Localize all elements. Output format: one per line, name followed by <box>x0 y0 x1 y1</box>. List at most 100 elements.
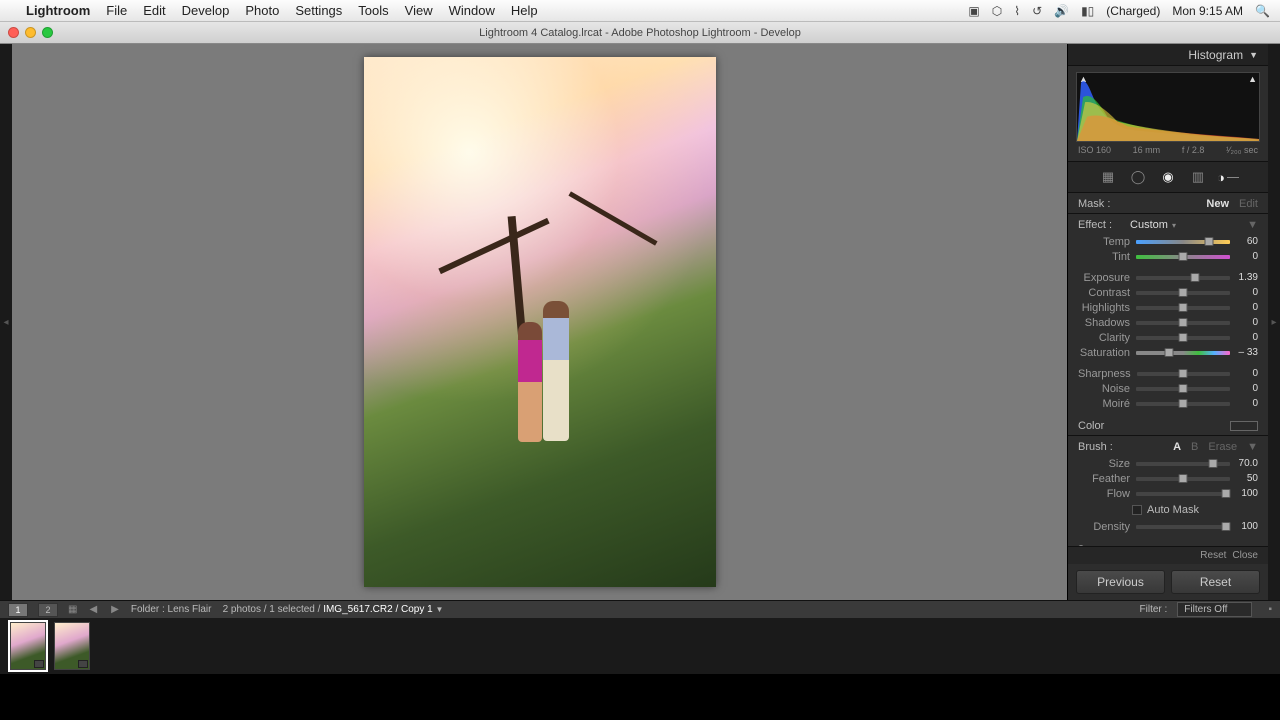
effect-popup-icon[interactable]: ▾ <box>1172 221 1176 230</box>
previous-button[interactable]: Previous <box>1076 570 1165 594</box>
secondary-display-2[interactable]: 2 <box>38 603 58 617</box>
slider-handle[interactable] <box>1179 369 1188 378</box>
slider-track[interactable] <box>1136 306 1230 310</box>
slider-handle[interactable] <box>1222 489 1231 498</box>
slider-feather[interactable]: Feather50 <box>1068 471 1268 486</box>
slider-handle[interactable] <box>1179 303 1188 312</box>
brush-a[interactable]: A <box>1173 441 1181 453</box>
menu-tools[interactable]: Tools <box>358 3 388 18</box>
slider-density[interactable]: Density100 <box>1068 519 1268 534</box>
brush-erase[interactable]: Erase <box>1208 441 1237 453</box>
menu-develop[interactable]: Develop <box>182 3 230 18</box>
slider-handle[interactable] <box>1179 384 1188 393</box>
slider-highlights[interactable]: Highlights0 <box>1068 300 1268 315</box>
slider-noise[interactable]: Noise0 <box>1068 381 1268 396</box>
slider-handle[interactable] <box>1222 522 1231 531</box>
slider-exposure[interactable]: Exposure1.39 <box>1068 270 1268 285</box>
brush-tool-icon[interactable]: ◑ <box>1217 168 1239 186</box>
nav-back-icon[interactable]: ◀ <box>87 604 99 615</box>
slider-handle[interactable] <box>1179 318 1188 327</box>
slider-flow[interactable]: Flow100 <box>1068 486 1268 501</box>
slider-size[interactable]: Size70.0 <box>1068 456 1268 471</box>
volume-icon[interactable]: 🔊 <box>1054 4 1069 18</box>
battery-icon[interactable]: ▮▯ <box>1081 4 1094 18</box>
menu-help[interactable]: Help <box>511 3 538 18</box>
crop-tool-icon[interactable]: ▦ <box>1097 168 1119 186</box>
screencast-icon[interactable]: ▣ <box>968 4 979 18</box>
folder-name[interactable]: Lens Flair <box>168 604 212 615</box>
current-file[interactable]: IMG_5617.CR2 / Copy 1 <box>323 604 433 615</box>
slider-track[interactable] <box>1136 492 1230 496</box>
slider-track[interactable] <box>1136 525 1230 529</box>
slider-handle[interactable] <box>1179 333 1188 342</box>
timemachine-icon[interactable]: ↺ <box>1032 4 1042 18</box>
photo-preview[interactable] <box>364 57 716 587</box>
secondary-display-1[interactable]: 1 <box>8 603 28 617</box>
filter-lock-icon[interactable]: ▪ <box>1268 604 1272 615</box>
slider-shadows[interactable]: Shadows0 <box>1068 315 1268 330</box>
brush-close[interactable]: Close <box>1232 550 1258 561</box>
window-zoom-button[interactable] <box>42 27 53 38</box>
slider-handle[interactable] <box>1209 459 1218 468</box>
slider-temp[interactable]: Temp60 <box>1068 234 1268 249</box>
slider-track[interactable] <box>1136 255 1230 259</box>
grid-view-icon[interactable]: ▦ <box>68 604 77 615</box>
brush-collapse-icon[interactable]: ▼ <box>1247 441 1258 453</box>
reset-button[interactable]: Reset <box>1171 570 1260 594</box>
automask-checkbox[interactable] <box>1132 505 1142 515</box>
nav-fwd-icon[interactable]: ▶ <box>109 604 121 615</box>
right-panel-expand[interactable]: ▸ <box>1268 44 1280 600</box>
slider-track[interactable] <box>1136 291 1230 295</box>
histogram-header[interactable]: Histogram ▼ <box>1068 44 1268 66</box>
menu-file[interactable]: File <box>106 3 127 18</box>
slider-contrast[interactable]: Contrast0 <box>1068 285 1268 300</box>
dropbox-icon[interactable]: ⬡ <box>992 4 1002 18</box>
slider-tint[interactable]: Tint0 <box>1068 249 1268 264</box>
gradient-tool-icon[interactable]: ▥ <box>1187 168 1209 186</box>
slider-handle[interactable] <box>1205 237 1214 246</box>
window-minimize-button[interactable] <box>25 27 36 38</box>
brush-reset[interactable]: Reset <box>1200 550 1226 561</box>
menu-edit[interactable]: Edit <box>143 3 165 18</box>
slider-track[interactable] <box>1136 240 1230 244</box>
window-close-button[interactable] <box>8 27 19 38</box>
slider-handle[interactable] <box>1179 474 1188 483</box>
slider-track[interactable] <box>1136 276 1230 280</box>
clock[interactable]: Mon 9:15 AM <box>1172 4 1243 18</box>
slider-moiré[interactable]: Moiré0 <box>1068 396 1268 411</box>
slider-handle[interactable] <box>1179 252 1188 261</box>
spot-tool-icon[interactable]: ◯ <box>1127 168 1149 186</box>
wifi-icon[interactable]: ⌇ <box>1014 4 1020 18</box>
menu-settings[interactable]: Settings <box>295 3 342 18</box>
slider-clarity[interactable]: Clarity0 <box>1068 330 1268 345</box>
histogram-display[interactable]: ▲ ▲ <box>1076 72 1260 142</box>
slider-sharpness[interactable]: Sharpness0 <box>1068 366 1268 381</box>
filter-select[interactable]: Filters Off <box>1177 602 1252 617</box>
spotlight-icon[interactable]: 🔍 <box>1255 4 1270 18</box>
canvas-area[interactable] <box>12 44 1068 600</box>
slider-track[interactable] <box>1136 477 1230 481</box>
slider-track[interactable] <box>1136 321 1230 325</box>
color-swatch[interactable] <box>1230 421 1258 431</box>
app-name[interactable]: Lightroom <box>26 3 90 18</box>
mask-new[interactable]: New <box>1206 198 1229 210</box>
slider-handle[interactable] <box>1179 288 1188 297</box>
slider-track[interactable] <box>1136 387 1230 391</box>
thumbnail-2[interactable] <box>54 622 90 670</box>
slider-track[interactable] <box>1136 462 1230 466</box>
menu-view[interactable]: View <box>405 3 433 18</box>
file-menu-icon[interactable]: ▼ <box>435 605 443 614</box>
filmstrip[interactable] <box>0 618 1280 674</box>
slider-handle[interactable] <box>1191 273 1200 282</box>
menu-window[interactable]: Window <box>449 3 495 18</box>
menu-photo[interactable]: Photo <box>245 3 279 18</box>
slider-handle[interactable] <box>1164 348 1173 357</box>
thumbnail-1[interactable] <box>10 622 46 670</box>
slider-track[interactable] <box>1136 402 1230 406</box>
redeye-tool-icon[interactable]: ◉ <box>1157 168 1179 186</box>
slider-handle[interactable] <box>1179 399 1188 408</box>
brush-b[interactable]: B <box>1191 441 1198 453</box>
effect-collapse-icon[interactable]: ▼ <box>1247 219 1258 231</box>
slider-track[interactable] <box>1137 372 1230 376</box>
slider-saturation[interactable]: Saturation– 33 <box>1068 345 1268 360</box>
